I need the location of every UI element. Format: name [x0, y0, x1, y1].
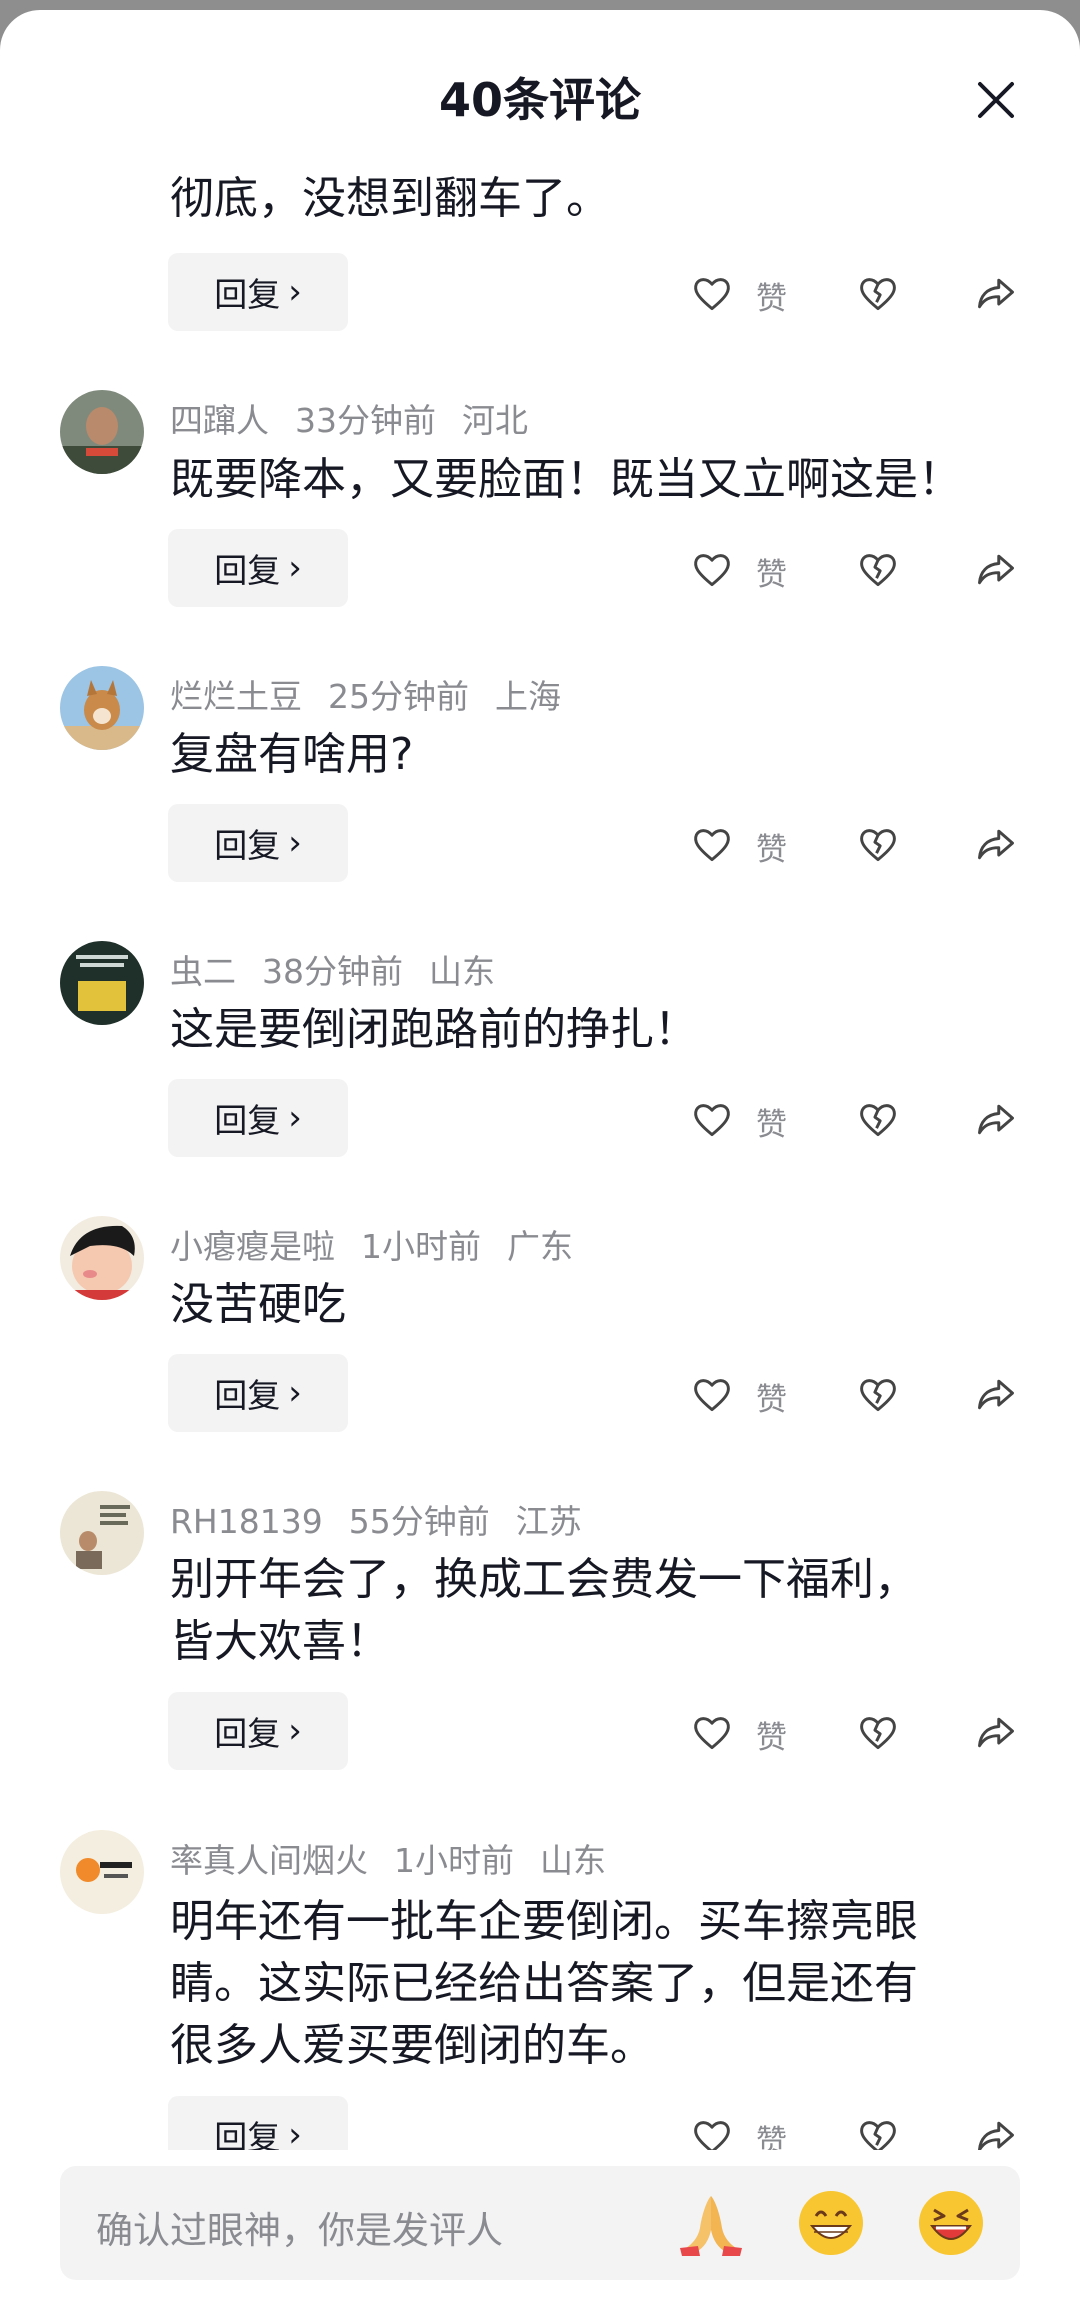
comment-meta: RH18139 55分钟前 江苏: [170, 1495, 582, 1543]
comment-time: 55分钟前: [348, 1502, 490, 1541]
username[interactable]: RH18139: [170, 1502, 323, 1541]
comment-text: 既要降本，又要脸面！既当又立啊这是！: [170, 454, 962, 505]
reply-button[interactable]: 回复 ›: [168, 804, 348, 882]
avatar[interactable]: [60, 1216, 144, 1300]
heart-icon[interactable]: [690, 1710, 734, 1758]
username[interactable]: 率真人间烟火: [170, 1841, 368, 1880]
sheet-header: 40条评论: [0, 10, 1080, 180]
broken-heart-icon[interactable]: [856, 1710, 900, 1758]
like-label[interactable]: 赞: [756, 824, 787, 869]
username[interactable]: 小瘪瘪是啦: [170, 1227, 335, 1266]
comment-input[interactable]: 确认过眼神，你是发评人: [60, 2166, 1020, 2280]
comment-actions: 赞: [690, 804, 1030, 882]
comment-meta: 虫二 38分钟前 山东: [170, 945, 495, 993]
reply-button[interactable]: 回复 ›: [168, 2096, 348, 2150]
like-label[interactable]: 赞: [756, 1374, 787, 1419]
comment-location: 上海: [495, 677, 561, 716]
close-icon[interactable]: [972, 76, 1020, 124]
share-icon[interactable]: [974, 1097, 1018, 1145]
chevron-right-icon: ›: [288, 548, 302, 588]
share-icon[interactable]: [974, 547, 1018, 595]
comment-time: 1小时前: [394, 1841, 514, 1880]
reply-button[interactable]: 回复 ›: [168, 1354, 348, 1432]
comment-meta: 烂烂土豆 25分钟前 上海: [170, 670, 561, 718]
comment-meta: 率真人间烟火 1小时前 山东: [170, 1834, 606, 1882]
comment-time: 1小时前: [361, 1227, 481, 1266]
like-label[interactable]: 赞: [756, 1712, 787, 1757]
comment-location: 广东: [507, 1227, 573, 1266]
heart-icon[interactable]: [690, 822, 734, 870]
comment-location: 江苏: [515, 1502, 582, 1541]
chevron-right-icon: ›: [288, 1098, 302, 1138]
comments-sheet: 彻底，没想到翻车了。 回复 › 赞 四蹿人 33分钟前 河北 既要降本，又要脸面！既当…: [0, 10, 1080, 2312]
comment-text: 别开年会了，换成工会费发一下福利，: [170, 1554, 918, 1605]
comment-location: 山东: [429, 952, 495, 991]
broken-heart-icon[interactable]: [856, 271, 900, 319]
like-label[interactable]: 赞: [756, 2116, 787, 2150]
comment-actions: 赞: [690, 529, 1030, 607]
avatar[interactable]: [60, 390, 144, 474]
comment-text: 明年还有一批车企要倒闭。买车擦亮眼: [170, 1896, 918, 1947]
username[interactable]: 四蹿人: [170, 401, 269, 440]
comment-location: 山东: [540, 1841, 606, 1880]
like-label[interactable]: 赞: [756, 1099, 787, 1144]
comment-actions: 赞: [690, 1079, 1030, 1157]
username[interactable]: 虫二: [170, 952, 236, 991]
reply-button[interactable]: 回复 ›: [168, 1079, 348, 1157]
comment-input-placeholder: 确认过眼神，你是发评人: [96, 2209, 503, 2252]
share-icon[interactable]: [974, 271, 1018, 319]
pray-emoji[interactable]: [676, 2188, 746, 2258]
comment-actions: 赞: [690, 253, 1030, 331]
reply-button[interactable]: 回复 ›: [168, 529, 348, 607]
comment-text: 皆大欢喜！: [170, 1616, 390, 1667]
comment-text: 这是要倒闭跑路前的挣扎！: [170, 1004, 698, 1055]
like-label[interactable]: 赞: [756, 549, 787, 594]
grin-emoji[interactable]: [796, 2188, 866, 2258]
comment-location: 河北: [462, 401, 528, 440]
comment-time: 38分钟前: [262, 952, 403, 991]
chevron-right-icon: ›: [288, 1373, 302, 1413]
share-icon[interactable]: [974, 822, 1018, 870]
avatar[interactable]: [60, 666, 144, 750]
chevron-right-icon: ›: [288, 272, 302, 312]
share-icon[interactable]: [974, 1372, 1018, 1420]
heart-icon[interactable]: [690, 1372, 734, 1420]
like-label[interactable]: 赞: [756, 273, 787, 318]
avatar[interactable]: [60, 1830, 144, 1914]
comment-text: 复盘有啥用?: [170, 729, 414, 780]
reply-button[interactable]: 回复 ›: [168, 253, 348, 331]
comment-time: 33分钟前: [295, 401, 436, 440]
heart-icon[interactable]: [690, 271, 734, 319]
avatar[interactable]: [60, 1491, 144, 1575]
heart-icon[interactable]: [690, 2114, 734, 2150]
comment-actions: 赞: [690, 2096, 1030, 2150]
chevron-right-icon: ›: [288, 1711, 302, 1751]
broken-heart-icon[interactable]: [856, 1097, 900, 1145]
comment-meta: 四蹿人 33分钟前 河北: [170, 394, 528, 442]
page-title: 40条评论: [438, 73, 641, 127]
chevron-right-icon: ›: [288, 823, 302, 863]
share-icon[interactable]: [974, 2114, 1018, 2150]
comment-text: 很多人爱买要倒闭的车。: [170, 2020, 654, 2071]
comment-meta: 小瘪瘪是啦 1小时前 广东: [170, 1220, 573, 1268]
chevron-right-icon: ›: [288, 2115, 302, 2150]
broken-heart-icon[interactable]: [856, 2114, 900, 2150]
comment-text: 没苦硬吃: [170, 1279, 346, 1330]
laugh-emoji[interactable]: [916, 2188, 986, 2258]
heart-icon[interactable]: [690, 547, 734, 595]
broken-heart-icon[interactable]: [856, 1372, 900, 1420]
comment-actions: 赞: [690, 1354, 1030, 1432]
avatar[interactable]: [60, 941, 144, 1025]
comment-list[interactable]: 彻底，没想到翻车了。 回复 › 赞 四蹿人 33分钟前 河北 既要降本，又要脸面！既当…: [0, 10, 1080, 2150]
comment-actions: 赞: [690, 1692, 1030, 1770]
comment-text: 睛。这实际已经给出答案了，但是还有: [170, 1958, 918, 2009]
share-icon[interactable]: [974, 1710, 1018, 1758]
broken-heart-icon[interactable]: [856, 822, 900, 870]
username[interactable]: 烂烂土豆: [170, 677, 302, 716]
heart-icon[interactable]: [690, 1097, 734, 1145]
comment-time: 25分钟前: [328, 677, 469, 716]
broken-heart-icon[interactable]: [856, 547, 900, 595]
reply-button[interactable]: 回复 ›: [168, 1692, 348, 1770]
